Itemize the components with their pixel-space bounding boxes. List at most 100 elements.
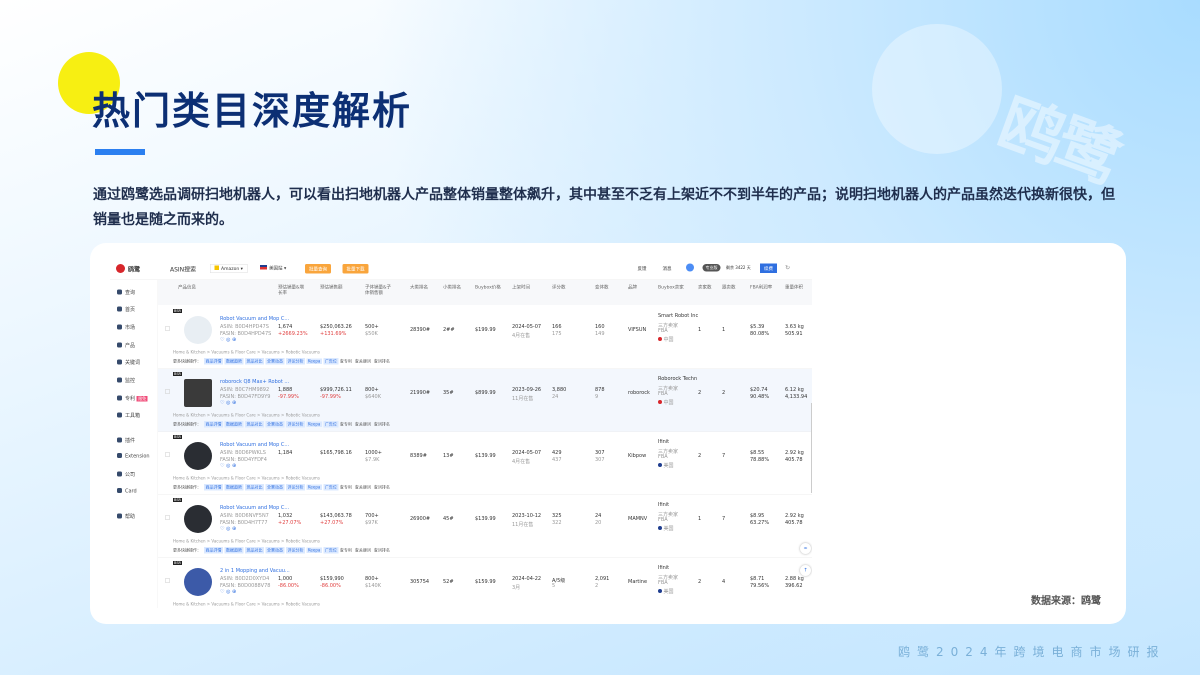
quick-action-link[interactable]: 查词排名 [374,359,390,365]
batch-download-button[interactable]: 批量下载 [343,264,369,274]
sidebar-item[interactable]: Extension [117,453,150,459]
table-row[interactable]: BSR roborock Q8 Max+ Robot ... ASIN: B0C… [158,369,812,432]
column-header[interactable]: 预估销量&增长率 [278,285,306,296]
column-header[interactable]: 重量体积 [785,285,812,291]
column-header[interactable]: 预估销售额 [320,285,348,291]
quick-action-tag[interactable]: 全景动态 [266,358,285,365]
quick-action-link[interactable]: 查专利 [340,548,352,554]
quick-action-tag[interactable]: 商品详情 [204,421,223,428]
quick-action-tag[interactable]: Keepa [307,359,322,365]
product-title-link[interactable]: Robot Vacuum and Mop C... [220,505,289,511]
renew-button[interactable]: 续费 [760,264,777,274]
action-icons[interactable]: ♡ ◎ ⊕ [220,526,236,532]
column-header[interactable]: 小类排名 [443,285,471,291]
product-title-link[interactable]: 2 in 1 Mopping and Vacuu... [220,568,290,574]
quick-action-link[interactable]: 查专利 [340,359,352,365]
quick-action-tag[interactable]: 全景动态 [266,421,285,428]
row-checkbox[interactable] [165,515,170,520]
scrollbar[interactable] [811,403,812,493]
row-checkbox[interactable] [165,452,170,457]
product-image[interactable] [184,505,212,533]
quick-action-tag[interactable]: 竞品对比 [245,358,264,365]
quick-action-tag[interactable]: 广告位 [323,358,338,365]
quick-action-tag[interactable]: 竞品对比 [245,421,264,428]
country-select[interactable]: 美国站 ▾ [260,265,286,272]
quick-action-link[interactable]: 查专利 [340,422,352,428]
quick-action-tag[interactable]: 竞品对比 [245,484,264,491]
sidebar-item[interactable]: Card [117,488,137,494]
column-header[interactable]: 跟卖数 [722,285,750,291]
quick-action-tag[interactable]: 广告位 [323,484,338,491]
sidebar-item[interactable]: 专利 限免 [117,394,148,402]
quick-action-tag[interactable]: 广告位 [323,547,338,554]
quick-action-tag[interactable]: 评论分析 [286,484,305,491]
quick-action-link[interactable]: 查关键词 [355,359,371,365]
product-title-link[interactable]: Robot Vacuum and Mop C... [220,316,289,322]
column-header[interactable]: 评分数 [552,285,580,291]
column-header[interactable]: 子体销量&子体销售额 [365,285,393,296]
sidebar-item[interactable]: 关键词 [117,358,140,366]
sidebar-item[interactable]: 市场 [117,323,135,331]
quick-action-tag[interactable]: Keepa [307,548,322,554]
quick-action-tag[interactable]: Keepa [307,422,322,428]
quick-action-tag[interactable]: 广告位 [323,421,338,428]
category-path[interactable]: Home & Kitchen > Vacuums & Floor Care > … [173,602,320,607]
table-row[interactable]: BSR Robot Vacuum and Mop C... ASIN: B0D6… [158,432,812,495]
table-row[interactable]: BSR Robot Vacuum and Mop C... ASIN: B0D4… [158,306,812,369]
quick-action-tag[interactable]: 商品详情 [204,484,223,491]
quick-action-tag[interactable]: 数据趋势 [225,547,244,554]
refresh-icon[interactable]: ↻ [785,264,790,271]
row-checkbox[interactable] [165,389,170,394]
table-row[interactable]: BSR 2 in 1 Mopping and Vacuu... ASIN: B0… [158,558,812,608]
sidebar-item[interactable]: 查询 [117,288,135,296]
quick-action-link[interactable]: 查词排名 [374,422,390,428]
product-image[interactable] [184,568,212,596]
product-image[interactable] [184,316,212,344]
quick-action-tag[interactable]: 商品详情 [204,358,223,365]
column-header[interactable]: 变体数 [595,285,623,291]
product-image[interactable] [184,379,212,407]
sidebar-item[interactable]: 插件 [117,436,135,444]
quick-action-link[interactable]: 查关键词 [355,485,371,491]
category-path[interactable]: Home & Kitchen > Vacuums & Floor Care > … [173,476,320,481]
action-icons[interactable]: ♡ ◎ ⊕ [220,463,236,469]
sidebar-item[interactable]: 首页 [117,305,135,313]
avatar[interactable] [686,264,694,272]
quick-action-link[interactable]: 查词排名 [374,548,390,554]
messages-link[interactable]: 消息 [663,265,672,272]
quick-action-tag[interactable]: 数据趋势 [225,421,244,428]
batch-query-button[interactable]: 批量查询 [305,264,331,274]
table-row[interactable]: BSR Robot Vacuum and Mop C... ASIN: B0D6… [158,495,812,558]
quick-action-link[interactable]: 查关键词 [355,422,371,428]
back-to-top-icon[interactable]: ↑ [800,565,811,576]
action-icons[interactable]: ♡ ◎ ⊕ [220,337,236,343]
row-checkbox[interactable] [165,578,170,583]
sidebar-item[interactable]: 产品 [117,341,135,349]
quick-action-tag[interactable]: Keepa [307,485,322,491]
sidebar-item[interactable]: 工具箱 [117,411,140,419]
quick-action-tag[interactable]: 竞品对比 [245,547,264,554]
quick-action-tag[interactable]: 全景动态 [266,547,285,554]
quick-action-tag[interactable]: 商品详情 [204,547,223,554]
marketplace-select[interactable]: Amazon ▾ [210,264,247,273]
quick-action-link[interactable]: 查词排名 [374,485,390,491]
quick-action-link[interactable]: 查关键词 [355,548,371,554]
action-icons[interactable]: ♡ ◎ ⊕ [220,589,236,595]
category-path[interactable]: Home & Kitchen > Vacuums & Floor Care > … [173,350,320,355]
column-header[interactable]: 上架时间 [512,285,540,291]
column-header[interactable]: 品牌 [628,285,656,291]
sidebar-item[interactable]: 帮助 [117,512,135,520]
quick-action-tag[interactable]: 评论分析 [286,358,305,365]
category-path[interactable]: Home & Kitchen > Vacuums & Floor Care > … [173,413,320,418]
quick-action-tag[interactable]: 评论分析 [286,421,305,428]
chat-icon[interactable]: ∞ [800,543,811,554]
column-header[interactable]: FBA利润率 [750,285,778,291]
product-title-link[interactable]: roborock Q8 Max+ Robot ... [220,379,289,385]
quick-action-tag[interactable]: 评论分析 [286,547,305,554]
column-header[interactable]: 大类排名 [410,285,438,291]
quick-action-link[interactable]: 查专利 [340,485,352,491]
sidebar-item[interactable]: 公司 [117,470,135,478]
action-icons[interactable]: ♡ ◎ ⊕ [220,400,236,406]
category-path[interactable]: Home & Kitchen > Vacuums & Floor Care > … [173,539,320,544]
quick-action-tag[interactable]: 数据趋势 [225,358,244,365]
